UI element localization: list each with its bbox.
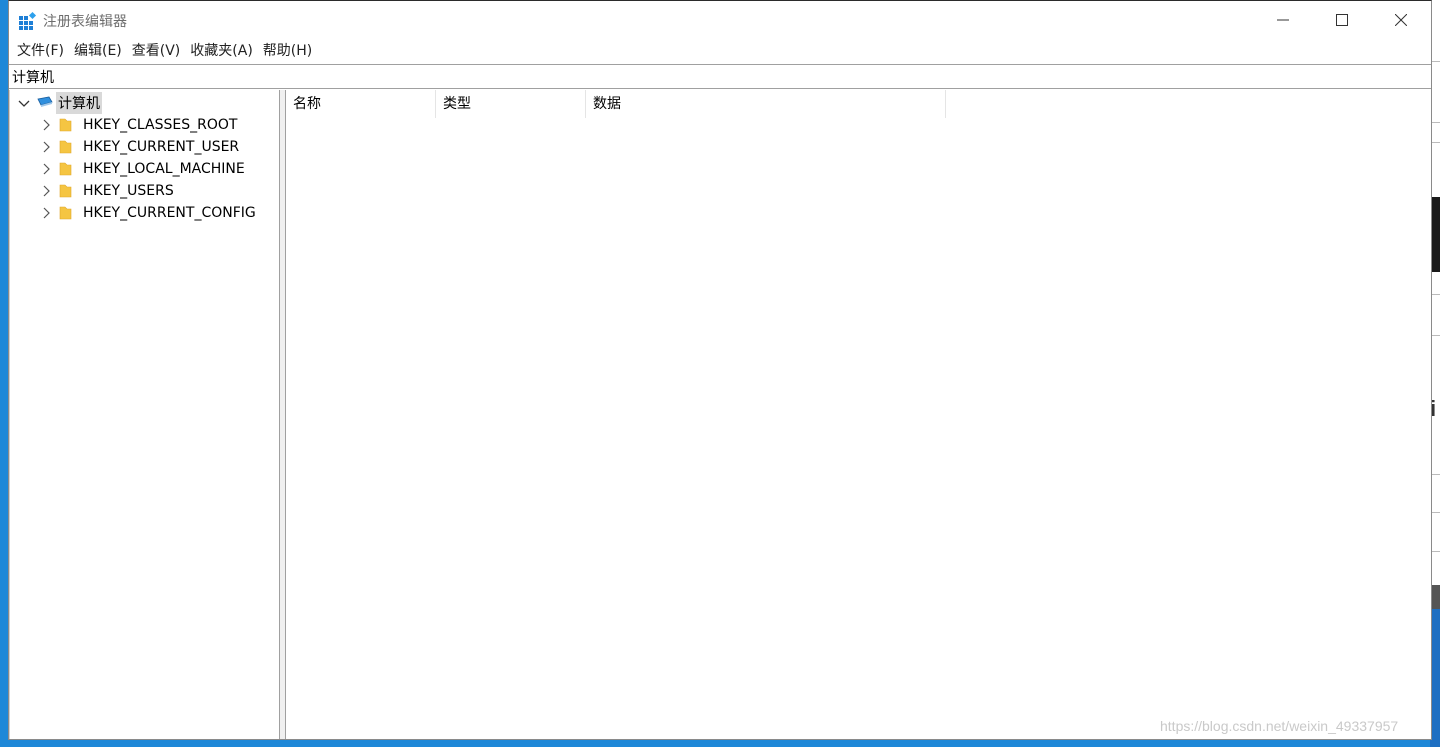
close-button[interactable] (1372, 1, 1430, 39)
tree-item-hkey-classes-root[interactable]: HKEY_CLASSES_ROOT (38, 114, 239, 136)
tree-root-label[interactable]: 计算机 (56, 92, 102, 114)
minimize-button[interactable] (1254, 1, 1312, 39)
regedit-icon (18, 11, 38, 31)
close-icon (1395, 14, 1407, 26)
list-header: 名称 类型 数据 (286, 90, 946, 118)
window-title: 注册表编辑器 (43, 14, 127, 30)
tree-item-hkey-current-user[interactable]: HKEY_CURRENT_USER (38, 136, 241, 158)
menu-help[interactable]: 帮助(H) (258, 39, 317, 63)
chevron-down-icon[interactable] (16, 95, 32, 111)
key-tree-pane[interactable]: 计算机 HKEY_CLASSES_ROOT HKEY_CURRENT_USER … (9, 90, 280, 739)
folder-icon (59, 205, 81, 221)
tree-root-row[interactable]: 计算机 (16, 92, 102, 114)
maximize-icon (1336, 14, 1348, 26)
chevron-right-icon[interactable] (38, 183, 54, 199)
column-header-name[interactable]: 名称 (286, 90, 436, 118)
maximize-button[interactable] (1313, 1, 1371, 39)
title-bar[interactable]: 注册表编辑器 (9, 1, 1431, 39)
tree-item-hkey-users[interactable]: HKEY_USERS (38, 180, 176, 202)
address-bar (9, 64, 1431, 89)
address-input[interactable] (12, 67, 1412, 87)
folder-icon (59, 117, 81, 133)
computer-icon (36, 95, 56, 111)
tree-item-label[interactable]: HKEY_CLASSES_ROOT (81, 116, 239, 134)
column-header-data[interactable]: 数据 (586, 90, 946, 118)
watermark: https://blog.csdn.net/weixin_49337957 (1160, 718, 1399, 734)
folder-icon (59, 139, 81, 155)
menu-edit[interactable]: 编辑(E) (69, 39, 127, 63)
main-content: 计算机 HKEY_CLASSES_ROOT HKEY_CURRENT_USER … (9, 90, 1431, 740)
chevron-right-icon[interactable] (38, 161, 54, 177)
tree-item-hkey-current-config[interactable]: HKEY_CURRENT_CONFIG (38, 202, 258, 224)
tree-item-hkey-local-machine[interactable]: HKEY_LOCAL_MACHINE (38, 158, 247, 180)
regedit-window: 注册表编辑器 文件(F) 编辑(E) 查看(V) 收藏夹(A) 帮助(H) 计算… (8, 0, 1432, 740)
chevron-right-icon[interactable] (38, 205, 54, 221)
tree-item-label[interactable]: HKEY_CURRENT_CONFIG (81, 204, 258, 222)
values-list-pane[interactable]: 名称 类型 数据 (285, 90, 1431, 739)
column-header-type[interactable]: 类型 (436, 90, 586, 118)
menu-file[interactable]: 文件(F) (12, 39, 69, 63)
menu-bar: 文件(F) 编辑(E) 查看(V) 收藏夹(A) 帮助(H) (9, 39, 1431, 63)
folder-icon (59, 183, 81, 199)
tree-item-label[interactable]: HKEY_LOCAL_MACHINE (81, 160, 247, 178)
chevron-right-icon[interactable] (38, 117, 54, 133)
folder-icon (59, 161, 81, 177)
tree-item-label[interactable]: HKEY_CURRENT_USER (81, 138, 241, 156)
chevron-right-icon[interactable] (38, 139, 54, 155)
minimize-icon (1277, 19, 1289, 21)
tree-item-label[interactable]: HKEY_USERS (81, 182, 176, 200)
menu-view[interactable]: 查看(V) (127, 39, 186, 63)
menu-favorites[interactable]: 收藏夹(A) (185, 39, 258, 63)
